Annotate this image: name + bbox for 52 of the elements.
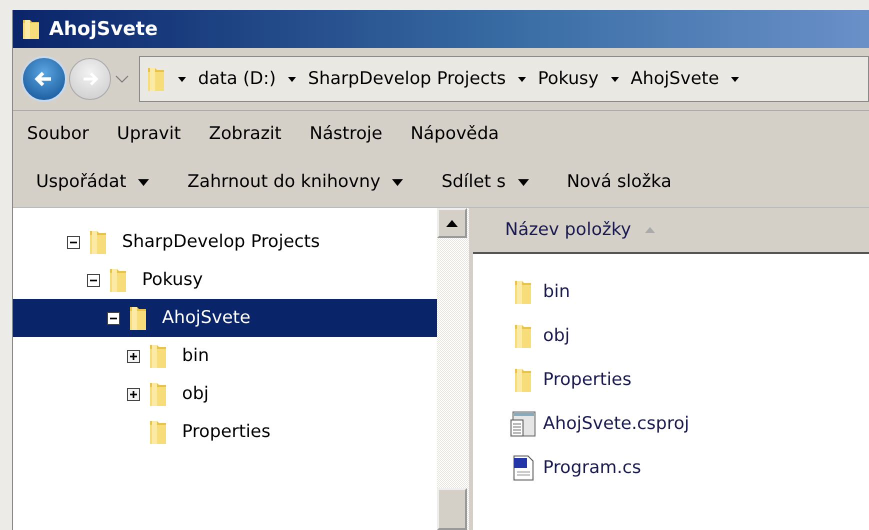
caret-icon[interactable] bbox=[288, 76, 296, 82]
selected-tree-item[interactable]: AhojSvete bbox=[13, 299, 437, 337]
tree-item[interactable]: bin bbox=[13, 337, 437, 375]
folder-icon bbox=[146, 65, 166, 93]
collapse-icon[interactable] bbox=[107, 312, 120, 324]
collapse-icon[interactable] bbox=[67, 236, 80, 248]
menu-item[interactable]: Nástroje bbox=[309, 124, 382, 144]
file-item[interactable]: Program.cs bbox=[509, 446, 642, 490]
folder-icon bbox=[148, 418, 168, 446]
file-item[interactable]: Properties bbox=[509, 358, 632, 402]
history-dropdown-icon[interactable] bbox=[115, 74, 129, 84]
menu-item[interactable]: Soubor bbox=[27, 124, 89, 144]
folder-icon bbox=[148, 342, 168, 370]
menu-item[interactable]: Zobrazit bbox=[208, 124, 282, 144]
up-arrow-icon bbox=[446, 220, 458, 226]
breadcrumb-item[interactable]: AhojSvete bbox=[630, 69, 720, 89]
tree-item[interactable]: Properties bbox=[13, 413, 437, 451]
column-header[interactable]: Název položky bbox=[473, 208, 869, 254]
scroll-thumb[interactable] bbox=[437, 488, 467, 530]
caret-icon[interactable] bbox=[178, 76, 186, 82]
tree-item[interactable]: obj bbox=[13, 375, 437, 413]
folder-icon bbox=[148, 380, 168, 408]
toolbar-button[interactable]: Nová složka bbox=[566, 168, 672, 196]
toolbar-button[interactable]: Sdílet s bbox=[441, 168, 529, 196]
window-title: AhojSvete bbox=[49, 18, 158, 40]
file-item[interactable]: AhojSvete.csproj bbox=[509, 402, 690, 446]
sort-ascending-icon bbox=[645, 227, 656, 233]
caret-icon[interactable] bbox=[610, 76, 619, 82]
breadcrumb-item[interactable]: Pokusy bbox=[538, 69, 599, 89]
folder-icon bbox=[128, 304, 148, 332]
folder-icon bbox=[88, 228, 108, 256]
address-bar[interactable]: data (D:) SharpDevelop Projects Pokusy AhojSvete bbox=[139, 56, 869, 102]
tree-item[interactable]: SharpDevelop Projects bbox=[13, 223, 437, 261]
expand-icon[interactable] bbox=[127, 350, 140, 362]
scrollbar[interactable] bbox=[437, 208, 473, 530]
caret-icon[interactable] bbox=[518, 76, 526, 82]
tree-item[interactable]: Pokusy bbox=[13, 261, 437, 299]
file-item[interactable]: obj bbox=[509, 314, 570, 358]
breadcrumb-item[interactable]: SharpDevelop Projects bbox=[308, 69, 506, 89]
folder-icon bbox=[108, 266, 128, 294]
project-file-icon bbox=[509, 410, 537, 438]
toolbar-button[interactable]: Uspořádat bbox=[36, 168, 150, 196]
expand-icon[interactable] bbox=[127, 388, 140, 400]
breadcrumb-item[interactable]: data (D:) bbox=[198, 69, 276, 89]
toolbar-button[interactable]: Zahrnout do knihovny bbox=[187, 168, 404, 196]
menu-item[interactable]: Upravit bbox=[116, 124, 181, 144]
caret-icon[interactable] bbox=[731, 76, 740, 82]
back-button[interactable] bbox=[21, 56, 67, 102]
file-item[interactable]: bin bbox=[509, 270, 570, 314]
collapse-icon[interactable] bbox=[87, 274, 100, 286]
menu-item[interactable]: Nápověda bbox=[410, 124, 500, 144]
scroll-up-button[interactable] bbox=[437, 208, 467, 238]
